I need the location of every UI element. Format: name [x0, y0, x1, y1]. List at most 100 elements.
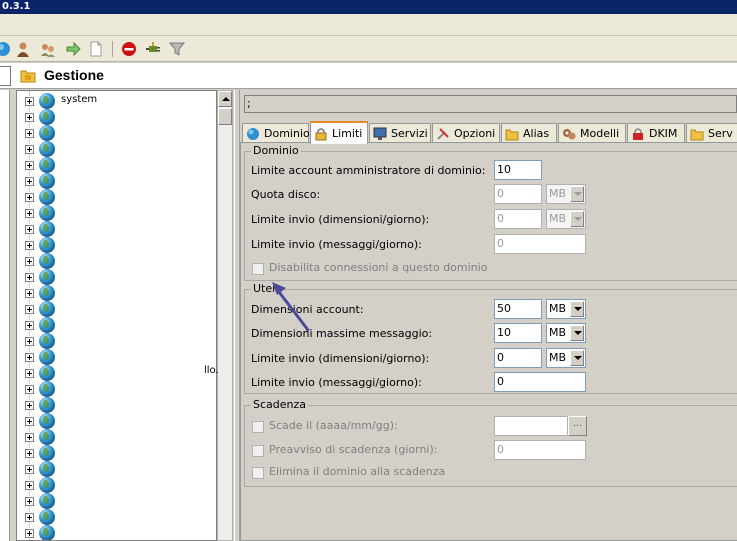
chevron-down-icon[interactable]: [570, 350, 584, 366]
expires-checkbox[interactable]: [252, 421, 264, 433]
tree-row[interactable]: [17, 237, 216, 253]
tree-row[interactable]: [17, 461, 216, 477]
tree-row[interactable]: [17, 189, 216, 205]
account-size-field[interactable]: 50: [494, 299, 542, 319]
tree-row[interactable]: [17, 221, 216, 237]
tab-modelli[interactable]: Modelli: [558, 123, 626, 143]
expand-plus-icon[interactable]: [25, 97, 34, 106]
tree-row[interactable]: [17, 365, 216, 381]
tree-row[interactable]: [17, 429, 216, 445]
send-count-field[interactable]: 0: [494, 234, 586, 254]
tab-alias[interactable]: Alias: [501, 123, 557, 143]
quota-unit-select[interactable]: MB: [546, 184, 586, 204]
expand-plus-icon[interactable]: [25, 225, 34, 234]
tree-row[interactable]: [17, 253, 216, 269]
expand-plus-icon[interactable]: [25, 337, 34, 346]
filter-icon[interactable]: [168, 40, 186, 58]
expand-plus-icon[interactable]: [25, 177, 34, 186]
send-size-unit-select[interactable]: MB: [546, 209, 586, 229]
chevron-down-icon[interactable]: [570, 301, 584, 317]
scroll-up-button[interactable]: [218, 91, 232, 107]
document-icon[interactable]: [87, 40, 105, 58]
tree-row[interactable]: [17, 477, 216, 493]
user-send-size-unit-select[interactable]: MB: [546, 348, 586, 368]
expand-plus-icon[interactable]: [25, 465, 34, 474]
expand-plus-icon[interactable]: [25, 113, 34, 122]
disable-connections-checkbox[interactable]: [252, 263, 264, 275]
tree-row[interactable]: [17, 301, 216, 317]
expand-plus-icon[interactable]: [25, 273, 34, 282]
tree-row[interactable]: [17, 413, 216, 429]
tree-row[interactable]: [17, 317, 216, 333]
chevron-down-icon[interactable]: [570, 186, 584, 202]
expand-plus-icon[interactable]: [25, 193, 34, 202]
quota-field[interactable]: 0: [494, 184, 542, 204]
expand-plus-icon[interactable]: [25, 305, 34, 314]
arrow-right-icon[interactable]: [64, 40, 82, 58]
tree-row[interactable]: [17, 493, 216, 509]
path-field[interactable]: ;: [244, 95, 737, 113]
tab-limiti[interactable]: Limiti: [310, 121, 368, 144]
max-message-field[interactable]: 10: [494, 323, 542, 343]
expand-plus-icon[interactable]: [25, 401, 34, 410]
tree-row[interactable]: [17, 397, 216, 413]
delete-on-expiry-checkbox[interactable]: [252, 467, 264, 479]
date-picker-button[interactable]: ...: [568, 416, 587, 436]
tree-row[interactable]: [17, 381, 216, 397]
scroll-thumb[interactable]: [218, 108, 232, 125]
stop-icon[interactable]: [120, 40, 138, 58]
plug-icon[interactable]: [144, 40, 162, 58]
chevron-down-icon[interactable]: [570, 325, 584, 341]
admin-limit-field[interactable]: 10: [494, 160, 542, 180]
user-send-count-field[interactable]: 0: [494, 372, 586, 392]
expand-plus-icon[interactable]: [25, 289, 34, 298]
expand-plus-icon[interactable]: [25, 449, 34, 458]
tree-row[interactable]: [17, 269, 216, 285]
expand-plus-icon[interactable]: [25, 321, 34, 330]
tree-row[interactable]: [17, 173, 216, 189]
expand-plus-icon[interactable]: [25, 497, 34, 506]
expand-plus-icon[interactable]: [25, 433, 34, 442]
expand-plus-icon[interactable]: [25, 209, 34, 218]
expand-plus-icon[interactable]: [25, 353, 34, 362]
account-size-unit-select[interactable]: MB: [546, 299, 586, 319]
user-icon[interactable]: [14, 40, 32, 58]
expires-date-field[interactable]: [494, 416, 568, 436]
chevron-down-icon[interactable]: [570, 211, 584, 227]
tree-row[interactable]: [17, 141, 216, 157]
send-size-field[interactable]: 0: [494, 209, 542, 229]
tree-row[interactable]: [17, 205, 216, 221]
expand-plus-icon[interactable]: [25, 257, 34, 266]
header-search-input[interactable]: [0, 66, 11, 86]
expand-plus-icon[interactable]: [25, 241, 34, 250]
expand-plus-icon[interactable]: [25, 161, 34, 170]
tab-servizi[interactable]: Servizi: [369, 123, 431, 143]
expand-plus-icon[interactable]: [25, 369, 34, 378]
tree-row[interactable]: [17, 525, 216, 540]
expand-plus-icon[interactable]: [25, 129, 34, 138]
notice-days-field[interactable]: 0: [494, 440, 586, 460]
user-send-size-field[interactable]: 0: [494, 348, 542, 368]
users-icon[interactable]: [39, 40, 57, 58]
tree-row[interactable]: [17, 333, 216, 349]
expand-plus-icon[interactable]: [25, 417, 34, 426]
tab-serv[interactable]: Serv: [686, 123, 737, 143]
tab-dominio[interactable]: Dominio: [242, 123, 310, 143]
notice-checkbox[interactable]: [252, 445, 264, 457]
tree-row[interactable]: [17, 509, 216, 525]
expand-plus-icon[interactable]: [25, 513, 34, 522]
max-message-unit-select[interactable]: MB: [546, 323, 586, 343]
expand-plus-icon[interactable]: [25, 145, 34, 154]
tree-row[interactable]: [17, 109, 216, 125]
expand-plus-icon[interactable]: [25, 529, 34, 538]
tree-row[interactable]: [17, 349, 216, 365]
globe-icon[interactable]: [0, 40, 12, 58]
tree-scrollbar[interactable]: [217, 90, 233, 541]
tree-row[interactable]: system: [17, 93, 216, 109]
tree-row[interactable]: [17, 125, 216, 141]
expand-plus-icon[interactable]: [25, 385, 34, 394]
tab-opzioni[interactable]: Opzioni: [432, 123, 500, 143]
expand-plus-icon[interactable]: [25, 481, 34, 490]
tree-row[interactable]: [17, 285, 216, 301]
tab-dkim[interactable]: DKIM: [627, 123, 685, 143]
